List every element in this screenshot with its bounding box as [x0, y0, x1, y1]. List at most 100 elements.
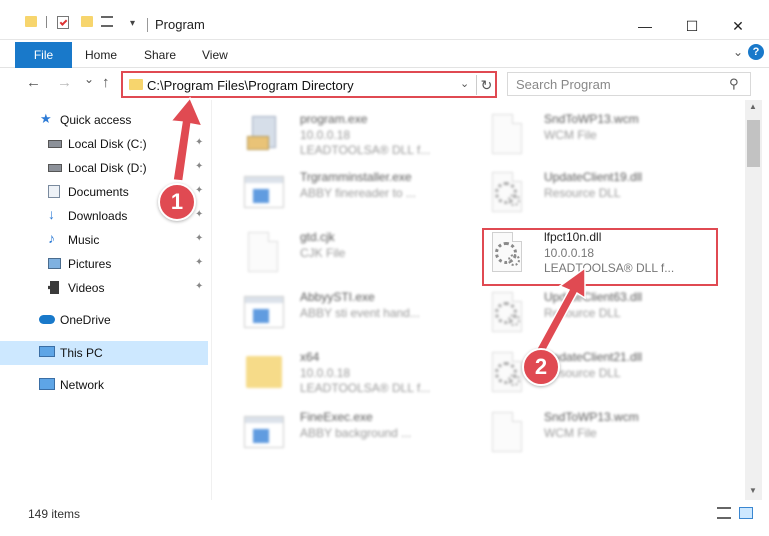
pin-icon[interactable]: ✦	[195, 233, 203, 244]
address-path[interactable]: C:\Program Files\Program Directory	[147, 78, 354, 93]
forward-button[interactable]: →	[57, 74, 72, 91]
videos-icon	[48, 281, 59, 294]
folder-icon[interactable]	[25, 16, 37, 27]
sidebar-item-label: Videos	[68, 281, 105, 295]
large-icons-view-icon[interactable]	[739, 507, 753, 519]
window-app-icon	[242, 170, 286, 216]
file-name: SndToWP13.wcm	[544, 410, 639, 424]
installer-icon	[242, 112, 286, 158]
tab-share[interactable]: Share	[144, 48, 176, 62]
file-version: 10.0.0.18	[300, 128, 351, 142]
file-name: SndToWP13.wcm	[544, 112, 639, 126]
file-item[interactable]: Trgramminstaller.exe ABBY finereader to …	[232, 164, 482, 222]
search-placeholder: Search Program	[516, 77, 611, 92]
sidebar-item-label: This PC	[60, 346, 103, 360]
tab-view[interactable]: View	[202, 48, 228, 62]
file-type: WCM File	[544, 128, 597, 142]
cloud-icon	[39, 315, 55, 324]
scroll-up-icon[interactable]: ▲	[749, 102, 757, 111]
dll-gear-icon	[486, 170, 530, 216]
file-item[interactable]: program.exe 10.0.0.18 LEADTOOLSA® DLL f.…	[232, 106, 482, 164]
network-icon	[39, 378, 55, 390]
sidebar-item-label: Documents	[68, 185, 129, 199]
close-button[interactable]: ✕	[715, 12, 761, 40]
pin-icon[interactable]: ✦	[195, 257, 203, 268]
help-icon[interactable]: ?	[748, 44, 764, 60]
highlight-box	[482, 228, 718, 286]
file-list: program.exe 10.0.0.18 LEADTOOLSA® DLL f.…	[212, 100, 745, 500]
pin-icon[interactable]: ✦	[195, 185, 203, 196]
sidebar-item-label: Downloads	[68, 209, 128, 223]
pin-icon[interactable]: ✦	[195, 137, 203, 148]
new-folder-icon[interactable]	[81, 16, 93, 27]
file-type: ABBY background ...	[300, 426, 412, 440]
document-icon	[486, 410, 530, 456]
pin-icon[interactable]: ✦	[195, 281, 203, 292]
file-item[interactable]: UpdateClient19.dll Resource DLL	[476, 164, 726, 222]
search-input[interactable]: Search Program ⚲	[507, 72, 751, 96]
navigation-bar: ← → ⌄ ↑ C:\Program Files\Program Directo…	[0, 68, 769, 100]
sidebar-item-quick-access[interactable]: ★ Quick access	[0, 108, 208, 132]
file-name: UpdateClient19.dll	[544, 170, 643, 184]
chevron-down-icon[interactable]: ▾	[130, 18, 135, 29]
expand-ribbon-icon[interactable]: ⌄	[733, 45, 743, 59]
file-item[interactable]: UpdateClient21.dll Resource DLL	[476, 344, 726, 402]
sidebar-item-label: Pictures	[68, 257, 112, 271]
file-name: FineExec.exe	[300, 410, 373, 424]
title-separator	[147, 18, 148, 32]
back-button[interactable]: ←	[26, 74, 41, 91]
file-item[interactable]: AbbyySTI.exe ABBY sti event hand...	[232, 284, 482, 342]
recent-locations-button[interactable]: ⌄	[84, 72, 94, 86]
sidebar-item-local-disk-c[interactable]: Local Disk (C:) ✦	[0, 132, 208, 156]
file-item[interactable]: SndToWP13.wcm WCM File	[476, 106, 726, 164]
file-name: UpdateClient63.dll	[544, 290, 643, 304]
properties-icon[interactable]	[57, 16, 69, 29]
folder-icon	[129, 79, 143, 90]
chevron-down-icon[interactable]: ⌄	[460, 77, 469, 90]
file-name: gtd.cjk	[300, 230, 335, 244]
sidebar-item-onedrive[interactable]: OneDrive	[0, 308, 208, 332]
sidebar-item-music[interactable]: ♪ Music ✦	[0, 228, 208, 252]
file-description: LEADTOOLSA® DLL f...	[300, 381, 431, 395]
file-name: program.exe	[300, 112, 368, 126]
pictures-icon	[48, 258, 61, 269]
address-bar[interactable]: C:\Program Files\Program Directory ⌄ ↻	[121, 71, 497, 98]
download-icon: ↓	[48, 206, 55, 222]
file-item[interactable]: UpdateClient63.dll Resource DLL	[476, 284, 726, 342]
file-item[interactable]: x64 10.0.0.18 LEADTOOLSA® DLL f...	[232, 344, 482, 402]
star-icon: ★	[40, 111, 52, 126]
scroll-down-icon[interactable]: ▼	[749, 486, 757, 495]
file-name: Trgramminstaller.exe	[300, 170, 412, 184]
dll-gear-icon	[486, 290, 530, 336]
file-item[interactable]: FineExec.exe ABBY background ...	[232, 404, 482, 462]
tab-home[interactable]: Home	[85, 48, 117, 62]
window-app-icon	[242, 290, 286, 336]
file-item[interactable]: gtd.cjk CJK File	[232, 224, 482, 282]
file-type: CJK File	[300, 246, 346, 260]
refresh-button[interactable]: ↻	[476, 75, 496, 95]
sidebar-item-label: Network	[60, 378, 105, 392]
customize-toolbar-icon[interactable]	[101, 16, 113, 27]
pin-icon[interactable]: ✦	[195, 209, 203, 220]
file-type: WCM File	[544, 426, 597, 440]
sidebar-item-this-pc[interactable]: This PC	[0, 341, 208, 365]
sidebar-item-pictures[interactable]: Pictures ✦	[0, 252, 208, 276]
file-item[interactable]: SndToWP13.wcm WCM File	[476, 404, 726, 462]
sidebar-item-label: Music	[68, 233, 100, 247]
maximize-button[interactable]: ☐	[669, 12, 715, 40]
separator-icon	[46, 16, 47, 28]
minimize-button[interactable]: —	[622, 12, 668, 40]
vertical-scrollbar[interactable]: ▲ ▼	[745, 100, 762, 500]
search-icon[interactable]: ⚲	[729, 76, 739, 92]
scroll-thumb[interactable]	[747, 120, 760, 167]
window-title: Program	[155, 17, 205, 32]
tab-file[interactable]: File	[15, 42, 72, 68]
details-view-icon[interactable]	[717, 507, 731, 519]
sidebar-item-local-disk-d[interactable]: Local Disk (D:) ✦	[0, 156, 208, 180]
sidebar-item-videos[interactable]: Videos ✦	[0, 276, 208, 300]
up-button[interactable]: ↑	[102, 74, 110, 91]
sidebar-item-label: OneDrive	[60, 313, 111, 327]
callout-2-badge: 2	[522, 348, 560, 386]
sidebar-item-network[interactable]: Network	[0, 373, 208, 397]
pin-icon[interactable]: ✦	[195, 161, 203, 172]
